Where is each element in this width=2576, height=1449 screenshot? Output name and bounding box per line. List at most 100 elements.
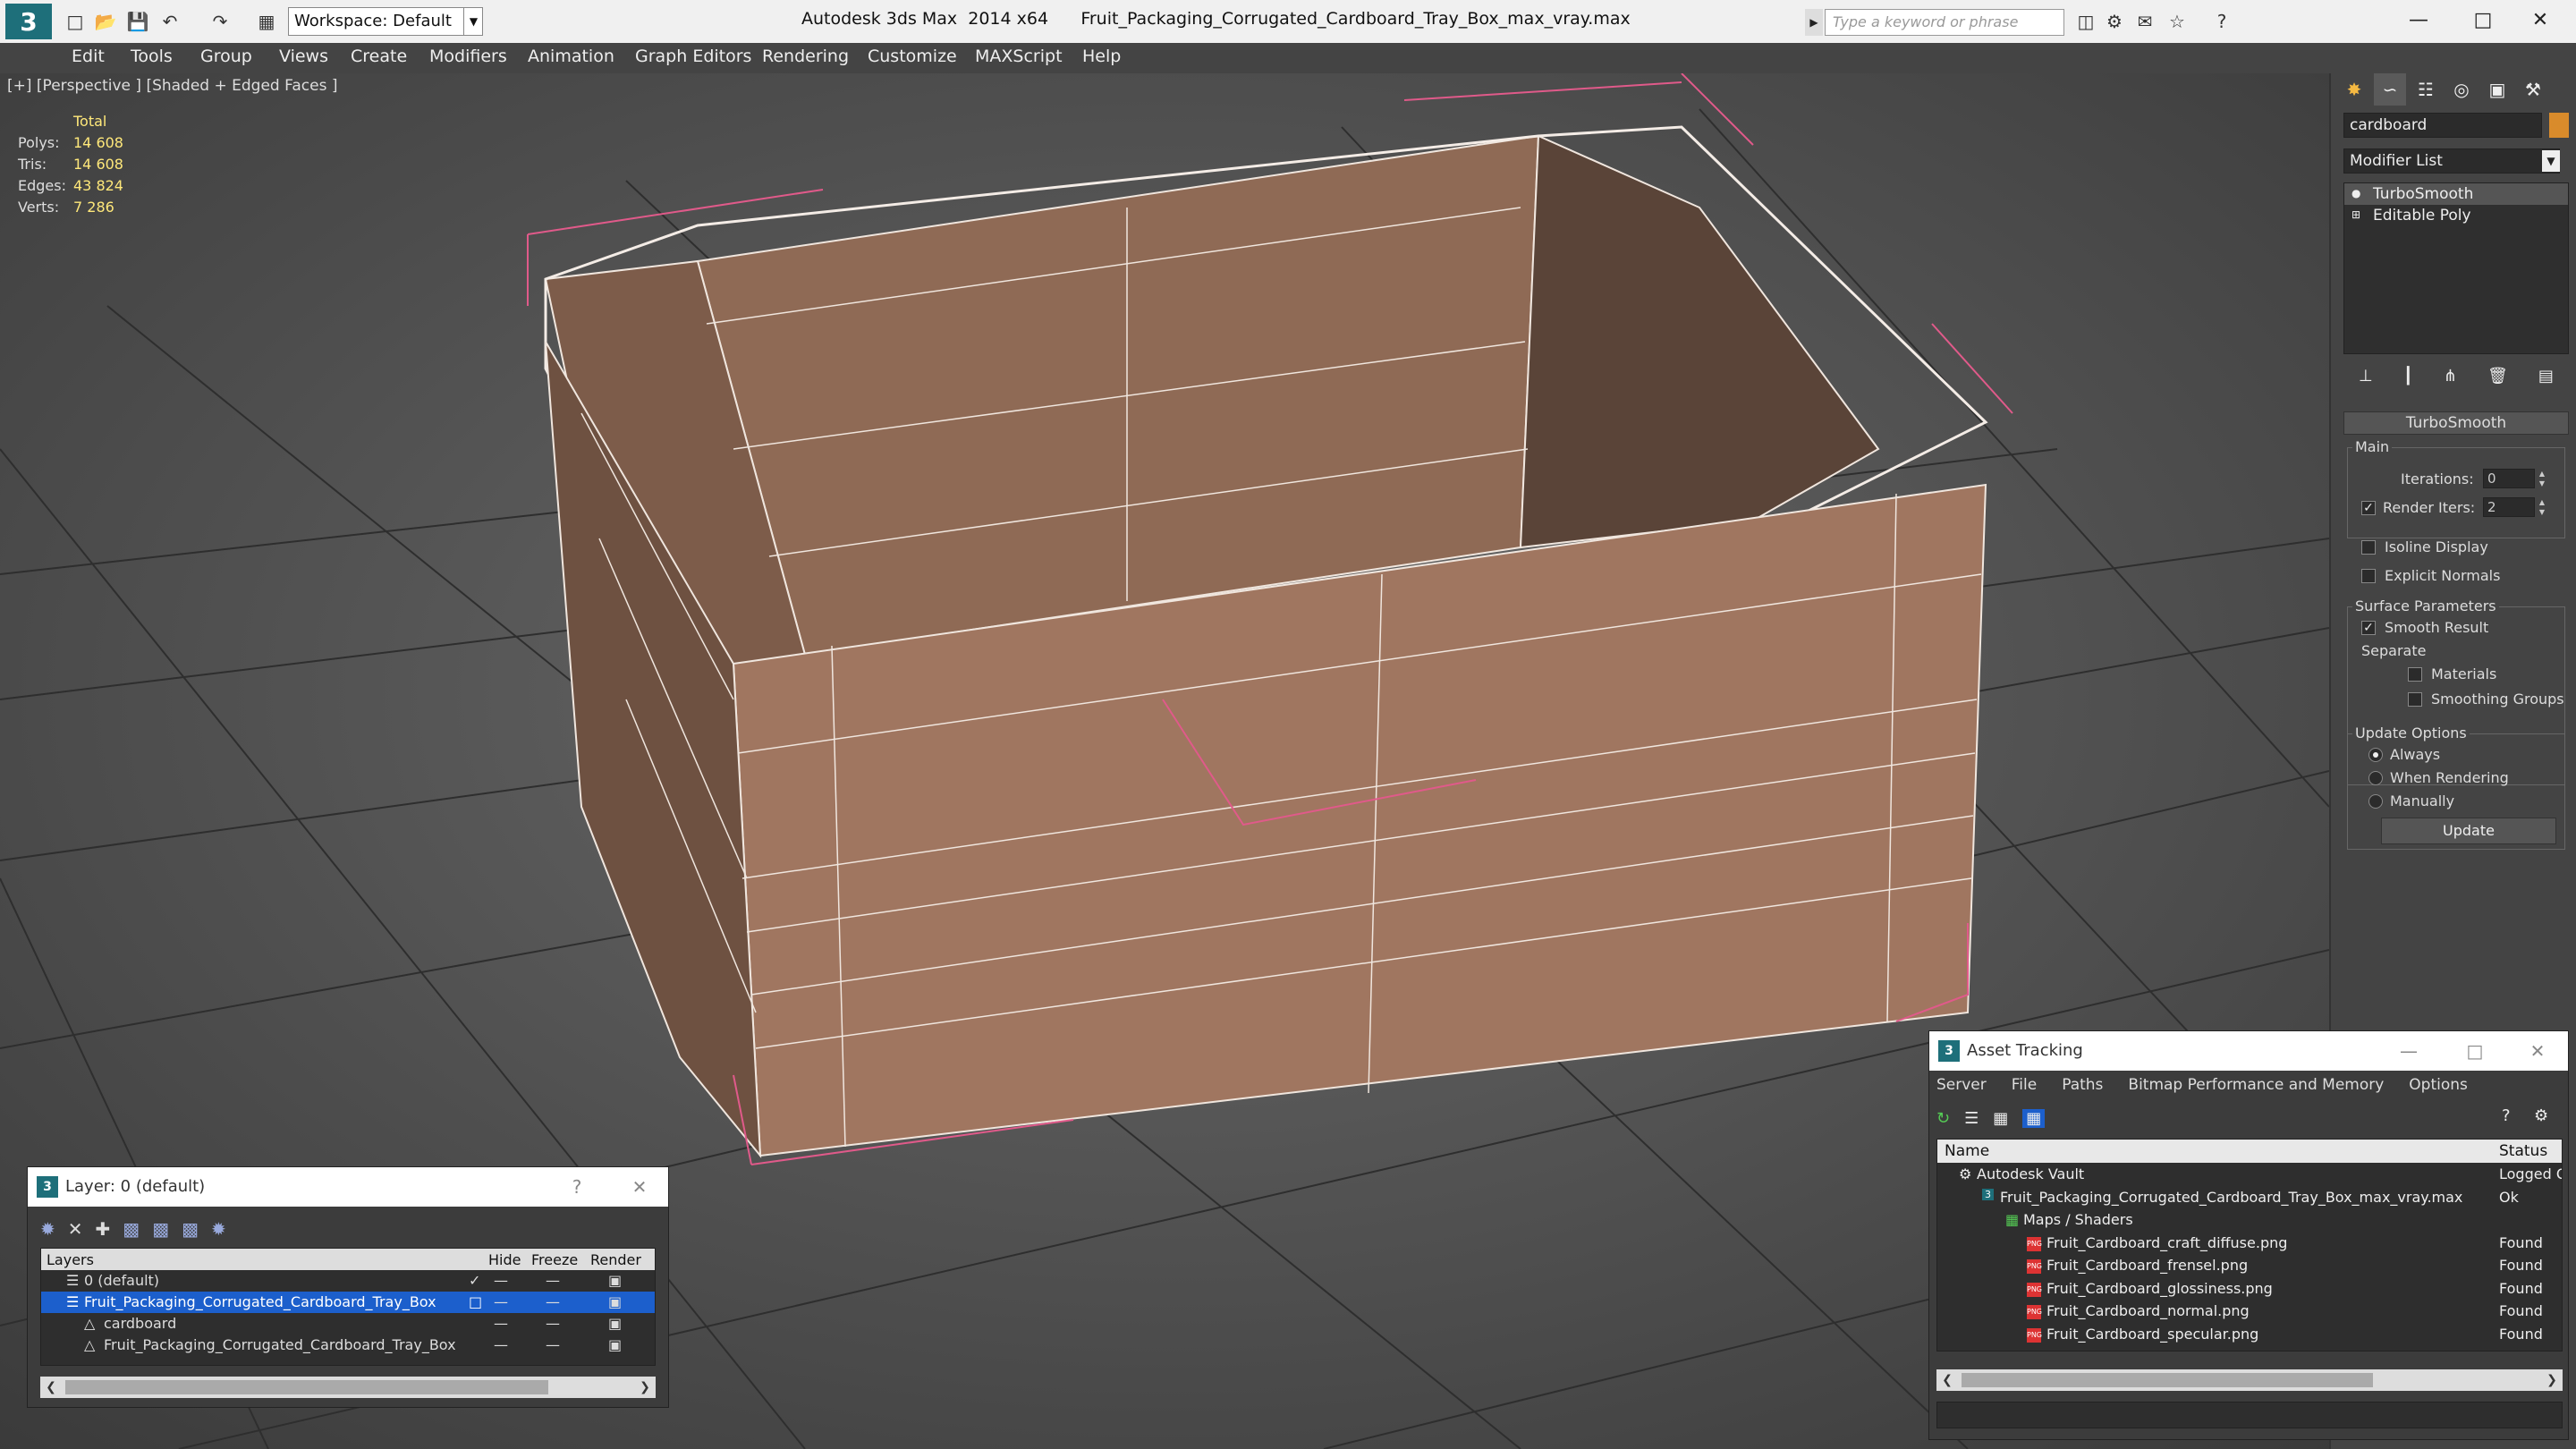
configure-sets-icon[interactable]: ▤ xyxy=(2538,367,2554,386)
table-row[interactable]: ☰ Fruit_Packaging_Corrugated_Cardboard_T… xyxy=(41,1292,655,1313)
list-view-icon[interactable]: ☰ xyxy=(1964,1109,1979,1128)
freeze-toggle-icon[interactable]: — xyxy=(546,1336,560,1353)
smoothing-groups-checkbox[interactable] xyxy=(2408,692,2422,707)
current-layer-check-icon[interactable]: ✓ xyxy=(469,1272,480,1289)
undo-icon[interactable]: ↶ xyxy=(157,9,182,34)
display-tab-icon[interactable]: ▣ xyxy=(2481,73,2513,106)
menu-bitmap-performance[interactable]: Bitmap Performance and Memory xyxy=(2128,1076,2384,1099)
iterations-spinner[interactable]: 0 xyxy=(2483,469,2535,488)
path-field[interactable] xyxy=(1936,1402,2563,1428)
refresh-icon[interactable]: ↻ xyxy=(1936,1109,1950,1128)
scroll-right-icon[interactable]: ❯ xyxy=(2541,1369,2563,1391)
close-icon[interactable]: ✕ xyxy=(627,1174,652,1199)
show-end-result-icon[interactable]: ┃ xyxy=(2403,367,2413,386)
remove-modifier-icon[interactable]: 🗑 xyxy=(2487,367,2508,386)
hide-all-icon[interactable]: ▩ xyxy=(182,1218,199,1240)
add-to-layer-icon[interactable]: ✚ xyxy=(96,1218,111,1240)
search-input[interactable]: Type a keyword or phrase xyxy=(1825,9,2064,36)
table-row[interactable]: PNG Fruit_Cardboard_frensel.png Found xyxy=(1937,1254,2562,1277)
app-logo-icon[interactable]: 3 xyxy=(5,4,52,39)
spinner-arrows-icon[interactable]: ▲ ▼ xyxy=(2537,497,2547,517)
table-row[interactable]: ⚙ Autodesk Vault Logged O xyxy=(1937,1163,2562,1186)
hierarchy-tab-icon[interactable]: ☷ xyxy=(2410,73,2442,106)
object-color-swatch[interactable] xyxy=(2549,113,2569,138)
stack-item-editable-poly[interactable]: ⊞ Editable Poly xyxy=(2344,205,2568,226)
open-file-icon[interactable]: 📂 xyxy=(93,9,118,34)
minimize-icon[interactable]: — xyxy=(2396,1038,2421,1063)
render-iters-spinner[interactable]: 2 xyxy=(2483,497,2535,517)
scroll-right-icon[interactable]: ❯ xyxy=(634,1377,656,1398)
table-view-icon[interactable]: ▦ xyxy=(2022,1108,2046,1128)
menu-customize[interactable]: Customize xyxy=(868,43,957,70)
viewport-label[interactable]: [+] [Perspective ] [Shaded + Edged Faces… xyxy=(7,77,337,95)
subscription-icon[interactable]: ⚙ xyxy=(2102,9,2127,34)
layer-dialog-titlebar[interactable]: 3 Layer: 0 (default) ? ✕ xyxy=(28,1167,668,1207)
freeze-toggle-icon[interactable]: — xyxy=(546,1315,560,1332)
new-file-icon[interactable]: □ xyxy=(63,9,88,34)
menu-options[interactable]: Options xyxy=(2409,1076,2468,1099)
hide-toggle-icon[interactable]: — xyxy=(494,1272,508,1289)
maximize-icon[interactable]: □ xyxy=(2454,0,2512,39)
thumbnail-view-icon[interactable]: ▦ xyxy=(1993,1109,2008,1128)
render-toggle-icon[interactable]: ▣ xyxy=(608,1293,622,1310)
table-row[interactable]: PNG Fruit_Cardboard_glossiness.png Found xyxy=(1937,1277,2562,1301)
select-layer-icon[interactable]: ▩ xyxy=(152,1218,169,1240)
horizontal-scrollbar[interactable]: ❮ ❯ xyxy=(40,1377,656,1398)
col-name[interactable]: Name xyxy=(1945,1142,1989,1160)
stack-item-turbosmooth[interactable]: ● TurboSmooth xyxy=(2344,183,2568,205)
col-render[interactable]: Render xyxy=(590,1251,641,1268)
scroll-thumb[interactable] xyxy=(1962,1373,2373,1387)
object-name-input[interactable]: cardboard xyxy=(2343,113,2542,138)
help-icon[interactable]: ? xyxy=(564,1174,589,1199)
freeze-all-icon[interactable]: ✹ xyxy=(211,1218,226,1240)
render-toggle-icon[interactable]: ▣ xyxy=(608,1315,622,1332)
col-hide[interactable]: Hide xyxy=(488,1251,521,1268)
table-row[interactable]: △ Fruit_Packaging_Corrugated_Cardboard_T… xyxy=(41,1335,655,1356)
menu-file[interactable]: File xyxy=(2012,1076,2037,1099)
table-row[interactable]: △ cardboard — — ▣ xyxy=(41,1313,655,1335)
settings-icon[interactable]: ⚙ xyxy=(2534,1106,2548,1125)
table-row[interactable]: PNG Fruit_Cardboard_normal.png Found xyxy=(1937,1300,2562,1323)
freeze-toggle-icon[interactable]: — xyxy=(546,1293,560,1310)
chevron-down-icon[interactable]: ▼ xyxy=(2542,150,2560,172)
close-icon[interactable]: ✕ xyxy=(2512,0,2569,39)
maximize-icon[interactable]: □ xyxy=(2462,1038,2487,1063)
help-icon[interactable]: ? xyxy=(2209,9,2234,34)
menu-tools[interactable]: Tools xyxy=(131,43,173,70)
current-layer-box-icon[interactable]: □ xyxy=(469,1293,482,1310)
col-freeze[interactable]: Freeze xyxy=(531,1251,578,1268)
col-status[interactable]: Status xyxy=(2499,1142,2547,1160)
menu-views[interactable]: Views xyxy=(279,43,328,70)
expand-plus-icon[interactable]: ⊞ xyxy=(2351,208,2364,221)
table-row[interactable]: 3 Fruit_Packaging_Corrugated_Cardboard_T… xyxy=(1937,1186,2562,1209)
help-icon[interactable]: ? xyxy=(2502,1106,2511,1125)
menu-group[interactable]: Group xyxy=(200,43,252,70)
col-layers[interactable]: Layers xyxy=(47,1251,94,1268)
scroll-left-icon[interactable]: ❮ xyxy=(1936,1369,1958,1391)
menu-paths[interactable]: Paths xyxy=(2062,1076,2103,1099)
scroll-left-icon[interactable]: ❮ xyxy=(40,1377,62,1398)
isoline-display-checkbox[interactable] xyxy=(2361,540,2376,555)
pin-stack-icon[interactable]: ⊥ xyxy=(2359,367,2373,386)
horizontal-scrollbar[interactable]: ❮ ❯ xyxy=(1936,1369,2563,1391)
menu-create[interactable]: Create xyxy=(351,43,407,70)
render-toggle-icon[interactable]: ▣ xyxy=(608,1336,622,1353)
search-toggle-icon[interactable]: ▶ xyxy=(1805,9,1823,36)
modify-tab-icon[interactable]: ∽ xyxy=(2374,73,2406,106)
smooth-result-checkbox[interactable]: ✓ xyxy=(2361,621,2376,635)
menu-help[interactable]: Help xyxy=(1082,43,1121,70)
menu-maxscript[interactable]: MAXScript xyxy=(975,43,1063,70)
chevron-down-icon[interactable]: ▼ xyxy=(463,7,483,36)
communication-icon[interactable]: ✉ xyxy=(2132,9,2157,34)
table-row[interactable]: PNG Fruit_Cardboard_specular.png Found xyxy=(1937,1323,2562,1346)
redo-icon[interactable]: ↷ xyxy=(208,9,233,34)
table-row[interactable]: ☰ 0 (default) ✓ — — ▣ xyxy=(41,1270,655,1292)
create-tab-icon[interactable]: ✸ xyxy=(2338,73,2370,106)
close-icon[interactable]: ✕ xyxy=(2525,1038,2550,1063)
hide-toggle-icon[interactable]: — xyxy=(494,1336,508,1353)
hide-toggle-icon[interactable]: — xyxy=(494,1315,508,1332)
delete-layer-icon[interactable]: ✕ xyxy=(68,1218,83,1240)
radio-when-rendering[interactable] xyxy=(2368,771,2383,785)
render-toggle-icon[interactable]: ▣ xyxy=(608,1272,622,1289)
update-button[interactable]: Update xyxy=(2381,818,2556,844)
